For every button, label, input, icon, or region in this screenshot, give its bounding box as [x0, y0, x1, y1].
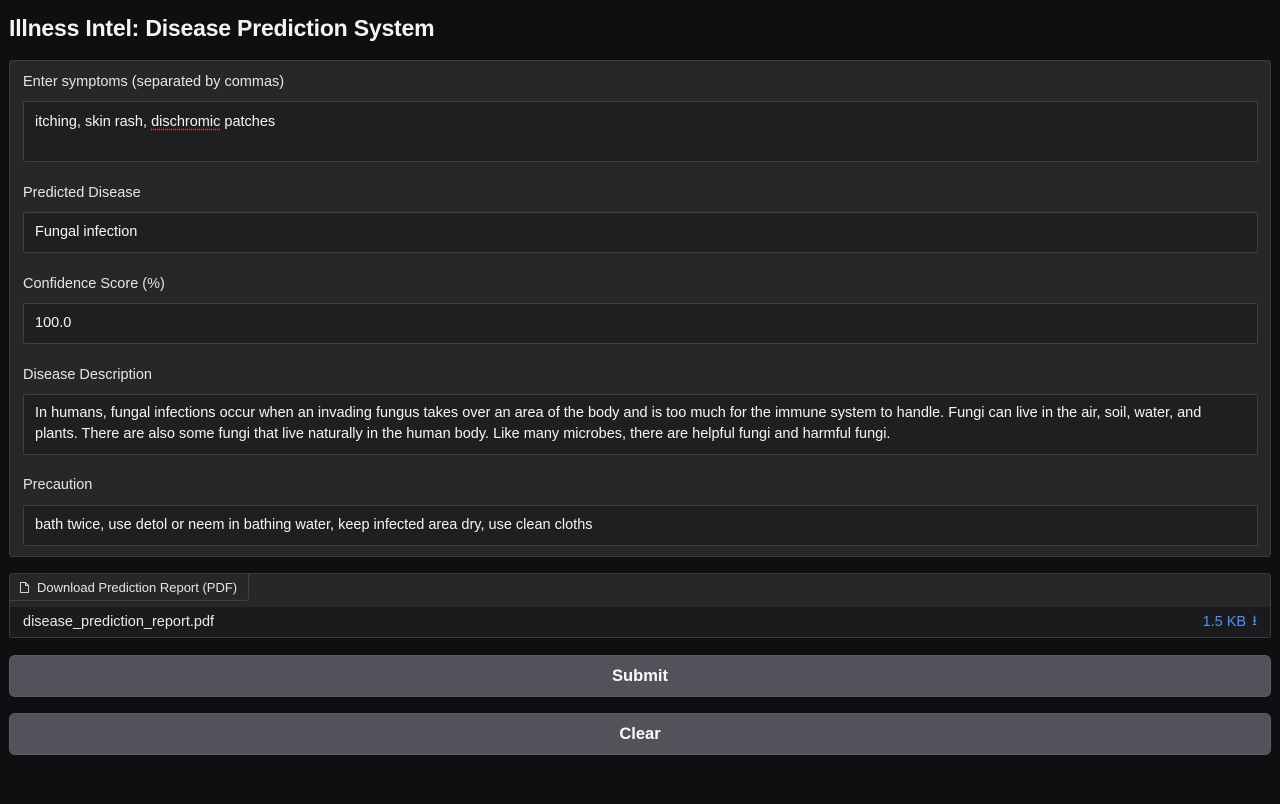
download-report-tab[interactable]: Download Prediction Report (PDF) — [10, 574, 249, 601]
predicted-disease-output[interactable]: Fungal infection — [23, 212, 1258, 253]
misspelled-word: dischromic — [151, 114, 221, 130]
download-report-label: Download Prediction Report (PDF) — [37, 579, 238, 595]
symptoms-label: Enter symptoms (separated by commas) — [23, 74, 285, 90]
file-download-link[interactable]: 1.5 KB ⭳ — [1203, 610, 1257, 634]
description-label: Disease Description — [23, 367, 152, 383]
confidence-label: Confidence Score (%) — [23, 276, 165, 292]
precaution-label: Precaution — [23, 477, 93, 493]
precaution-output[interactable]: bath twice, use detol or neem in bathing… — [23, 505, 1258, 546]
file-icon — [20, 581, 29, 593]
page-title: Illness Intel: Disease Prediction System — [9, 15, 435, 41]
symptoms-value-start: itching, skin rash, — [35, 114, 152, 130]
prediction-panel: Enter symptoms (separated by commas) itc… — [9, 60, 1271, 557]
clear-button[interactable]: Clear — [9, 713, 1271, 755]
description-output[interactable]: In humans, fungal infections occur when … — [23, 394, 1258, 455]
submit-button[interactable]: Submit — [9, 655, 1271, 697]
download-icon[interactable]: ⭳ — [1252, 610, 1257, 634]
confidence-output[interactable]: 100.0 — [23, 303, 1258, 344]
file-name[interactable]: disease_prediction_report.pdf — [23, 614, 214, 630]
download-report-panel: Download Prediction Report (PDF) disease… — [9, 573, 1271, 638]
predicted-disease-label: Predicted Disease — [23, 185, 141, 201]
file-size: 1.5 KB — [1202, 614, 1247, 630]
symptoms-input[interactable]: itching, skin rash, dischromic patches — [23, 101, 1258, 162]
file-row: disease_prediction_report.pdf 1.5 KB ⭳ — [10, 607, 1270, 637]
symptoms-value-end: patches — [220, 114, 276, 130]
